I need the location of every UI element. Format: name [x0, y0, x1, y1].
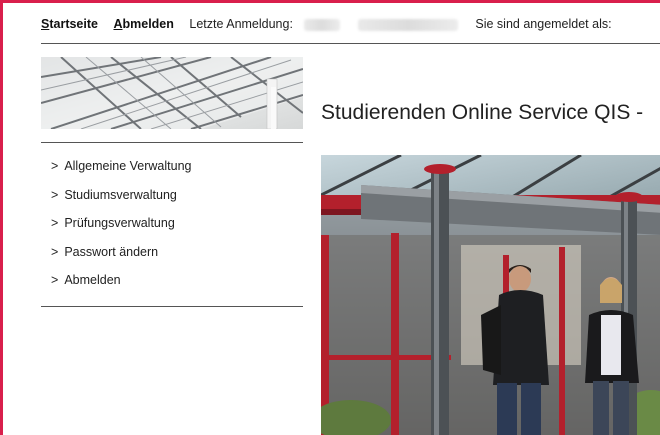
sidebar-divider-bottom — [41, 306, 303, 307]
logged-in-label: Sie sind angemeldet als: — [475, 17, 612, 31]
sidebar-divider-top — [41, 142, 303, 143]
logout-link-initial: A — [113, 17, 123, 31]
header-glass-roof-image — [41, 57, 303, 129]
sidebar-item-label: Prüfungsverwaltung — [64, 216, 175, 230]
page-frame: Startseite Abmelden Letzte Anmeldung: Si… — [0, 0, 660, 435]
home-link-rest: tartseite — [49, 17, 98, 31]
sidebar-navigation: > Allgemeine Verwaltung > Studiumsverwaltu… — [51, 159, 191, 302]
redacted-date — [304, 18, 341, 31]
logout-link[interactable]: Abmelden — [113, 17, 173, 31]
arrow-icon: > — [51, 216, 59, 230]
arrow-icon: > — [51, 273, 59, 287]
top-divider — [41, 43, 660, 44]
arrow-icon: > — [51, 244, 59, 259]
sidebar-item-pruefungsverwaltung[interactable]: > Prüfungsverwaltung — [51, 216, 191, 245]
sidebar-item-allgemeine-verwaltung[interactable]: > Allgemeine Verwaltung — [51, 159, 191, 188]
redacted-time — [357, 18, 458, 31]
sidebar-item-label: Abmelden — [64, 273, 121, 287]
sidebar-item-label: Allgemeine Verwaltung — [64, 159, 192, 173]
arrow-icon: > — [51, 159, 59, 173]
sidebar-item-passwort-aendern[interactable]: > Passwort ändern — [51, 245, 191, 274]
sidebar-item-label: Passwort ändern — [64, 244, 159, 259]
last-login-label: Letzte Anmeldung: — [189, 17, 293, 31]
logout-link-rest: bmelden — [122, 17, 174, 31]
sidebar-item-label: Studiumsverwaltung — [64, 187, 177, 202]
arrow-icon: > — [51, 187, 59, 202]
sidebar-item-abmelden[interactable]: > Abmelden — [51, 273, 191, 302]
page-title: Studierenden Online Service QIS - — [321, 101, 644, 124]
campus-entrance-photo — [321, 155, 660, 435]
home-link[interactable]: Startseite — [41, 17, 98, 31]
top-navigation-bar: Startseite Abmelden Letzte Anmeldung: Si… — [41, 17, 660, 41]
sidebar-item-studiumsverwaltung[interactable]: > Studiumsverwaltung — [51, 188, 191, 217]
